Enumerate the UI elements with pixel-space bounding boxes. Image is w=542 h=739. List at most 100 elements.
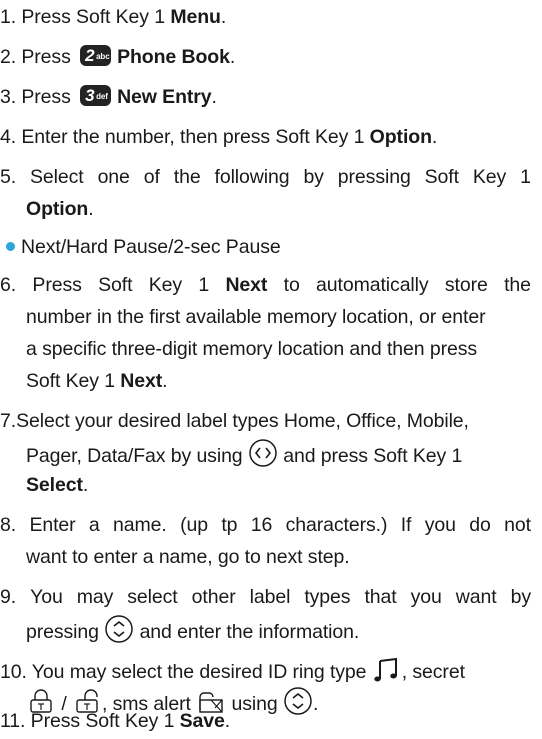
- word: you: [410, 586, 442, 608]
- nav-up-down-icon: [283, 686, 313, 725]
- step-6-bold-2: Next: [120, 370, 163, 392]
- step-5-period: .: [88, 198, 94, 220]
- word: Soft: [98, 274, 133, 296]
- step-6-line-4: Soft Key 1 Next.: [26, 366, 168, 396]
- step-7-period: .: [82, 474, 89, 496]
- word: of: [143, 166, 160, 188]
- word: a: [88, 514, 100, 536]
- step-1-period: .: [220, 6, 227, 28]
- word: 6.: [0, 274, 17, 296]
- word: store: [444, 274, 488, 296]
- step-7-text-1: 7.Select your desired label types Home, …: [0, 410, 469, 432]
- step-11-period: .: [224, 710, 231, 732]
- ring-note-icon: [372, 654, 402, 693]
- step-7-text-2: Pager, Data/Fax by using: [26, 445, 243, 467]
- step-6-line-3: a specific three-digit memory location a…: [26, 334, 477, 364]
- step-1-bold: Menu: [170, 6, 221, 28]
- word: name.: [113, 514, 167, 536]
- key-digit: 2: [85, 46, 95, 65]
- step-6-bold: Next: [225, 274, 268, 296]
- word: characters.): [285, 514, 388, 536]
- step-2-text: 2. Press: [0, 46, 71, 68]
- step-11-bold: Save: [179, 710, 225, 732]
- step-6-text-3: a specific three-digit memory location a…: [26, 338, 478, 360]
- nav-up-down-icon: [104, 614, 134, 653]
- word: Enter: [29, 514, 76, 536]
- step-3-bold: New Entry: [117, 86, 212, 108]
- key-digit: 3: [85, 86, 95, 105]
- word: 1: [198, 274, 210, 296]
- word: If: [400, 514, 412, 536]
- step-1-text: 1. Press Soft Key 1: [0, 6, 171, 28]
- word: the: [504, 274, 531, 296]
- step-3-period: .: [211, 86, 217, 108]
- word: 5.: [0, 166, 17, 188]
- word: following: [214, 166, 290, 188]
- word: tp: [221, 514, 238, 536]
- step-7-line-2: Pager, Data/Fax by using and press Soft …: [26, 438, 462, 468]
- word: label: [249, 586, 291, 608]
- word: that: [364, 586, 397, 608]
- step-6-text-4: Soft Key 1: [26, 370, 121, 392]
- step-6-line-1: 6. Press Soft Key 1 Next to automaticall…: [0, 270, 531, 300]
- word: by: [510, 586, 532, 608]
- step-9-text-3: and enter the information.: [139, 621, 360, 643]
- word: Press: [32, 274, 82, 296]
- word: do: [469, 514, 491, 536]
- word: one: [97, 166, 130, 188]
- step-3-text: 3. Press: [0, 86, 71, 108]
- word: not: [504, 514, 531, 536]
- step-4-text: 4. Enter the number, then press Soft Key…: [0, 126, 370, 148]
- word: Soft: [424, 166, 459, 188]
- step-7-bold: Select: [26, 474, 83, 496]
- word: (up: [180, 514, 208, 536]
- step-2-bold: Phone Book: [117, 46, 230, 68]
- word: 16: [250, 514, 273, 536]
- step-8-line-2: want to enter a name, go to next step.: [26, 542, 350, 572]
- step-4-bold: Option: [369, 126, 432, 148]
- bullet-text: Next/Hard Pause/2-sec Pause: [21, 236, 281, 258]
- word: pressing: [337, 166, 411, 188]
- word: 9.: [0, 586, 17, 608]
- step-10-text-1: 10. You may select the desired ID ring t…: [0, 661, 367, 683]
- keypad-key-3-icon: 3 def: [80, 85, 112, 106]
- step-5-bold: Option: [26, 198, 89, 220]
- step-9-line-1: 9. You may select other label types that…: [0, 582, 531, 612]
- word: 8.: [0, 514, 17, 536]
- word: Select: [30, 166, 84, 188]
- step-6-line-2: number in the first available memory loc…: [26, 302, 486, 332]
- nav-left-right-icon: [248, 438, 278, 477]
- word: You: [30, 586, 63, 608]
- word: want: [455, 586, 497, 608]
- word: the: [173, 166, 201, 188]
- word: Key: [472, 166, 507, 188]
- word: 1: [520, 166, 531, 188]
- step-2: 2. Press 2 abc Phone Book.: [0, 42, 235, 72]
- step-4-period: .: [431, 126, 438, 148]
- word: select: [127, 586, 178, 608]
- step-8-line-1: 8. Enter a name. (up tp 16 characters.) …: [0, 510, 531, 540]
- step-4: 4. Enter the number, then press Soft Key…: [0, 122, 437, 152]
- step-9-text-2: pressing: [26, 621, 99, 643]
- step-11-text: 11. Press Soft Key 1: [0, 710, 180, 732]
- step-8-text-2: want to enter a name, go to next step.: [26, 546, 350, 568]
- step-2-period: .: [229, 46, 236, 68]
- key-letters: def: [96, 92, 108, 101]
- word: Key: [148, 274, 183, 296]
- word: other: [191, 586, 236, 608]
- step-1: 1. Press Soft Key 1 Menu.: [0, 2, 226, 32]
- step-10-text-4: using: [231, 693, 278, 715]
- bullet-dot-icon: [6, 242, 15, 251]
- step-11: 11. Press Soft Key 1 Save.: [0, 706, 230, 736]
- step-5-line-2: Option.: [26, 194, 94, 224]
- step-3: 3. Press 3 def New Entry.: [0, 82, 217, 112]
- manual-page: 1. Press Soft Key 1 Menu. 2. Press 2 abc P…: [0, 0, 542, 739]
- step-6-period: .: [162, 370, 168, 392]
- step-5-line-1: 5. Select one of the following by pressi…: [0, 162, 531, 192]
- word: types: [304, 586, 351, 608]
- bullet-item: Next/Hard Pause/2-sec Pause: [6, 232, 281, 262]
- key-letters: abc: [96, 52, 110, 61]
- step-10-text-2: , secret: [401, 661, 465, 683]
- step-7-line-3: Select.: [26, 470, 88, 500]
- step-10-line-1: 10. You may select the desired ID ring t…: [0, 654, 465, 684]
